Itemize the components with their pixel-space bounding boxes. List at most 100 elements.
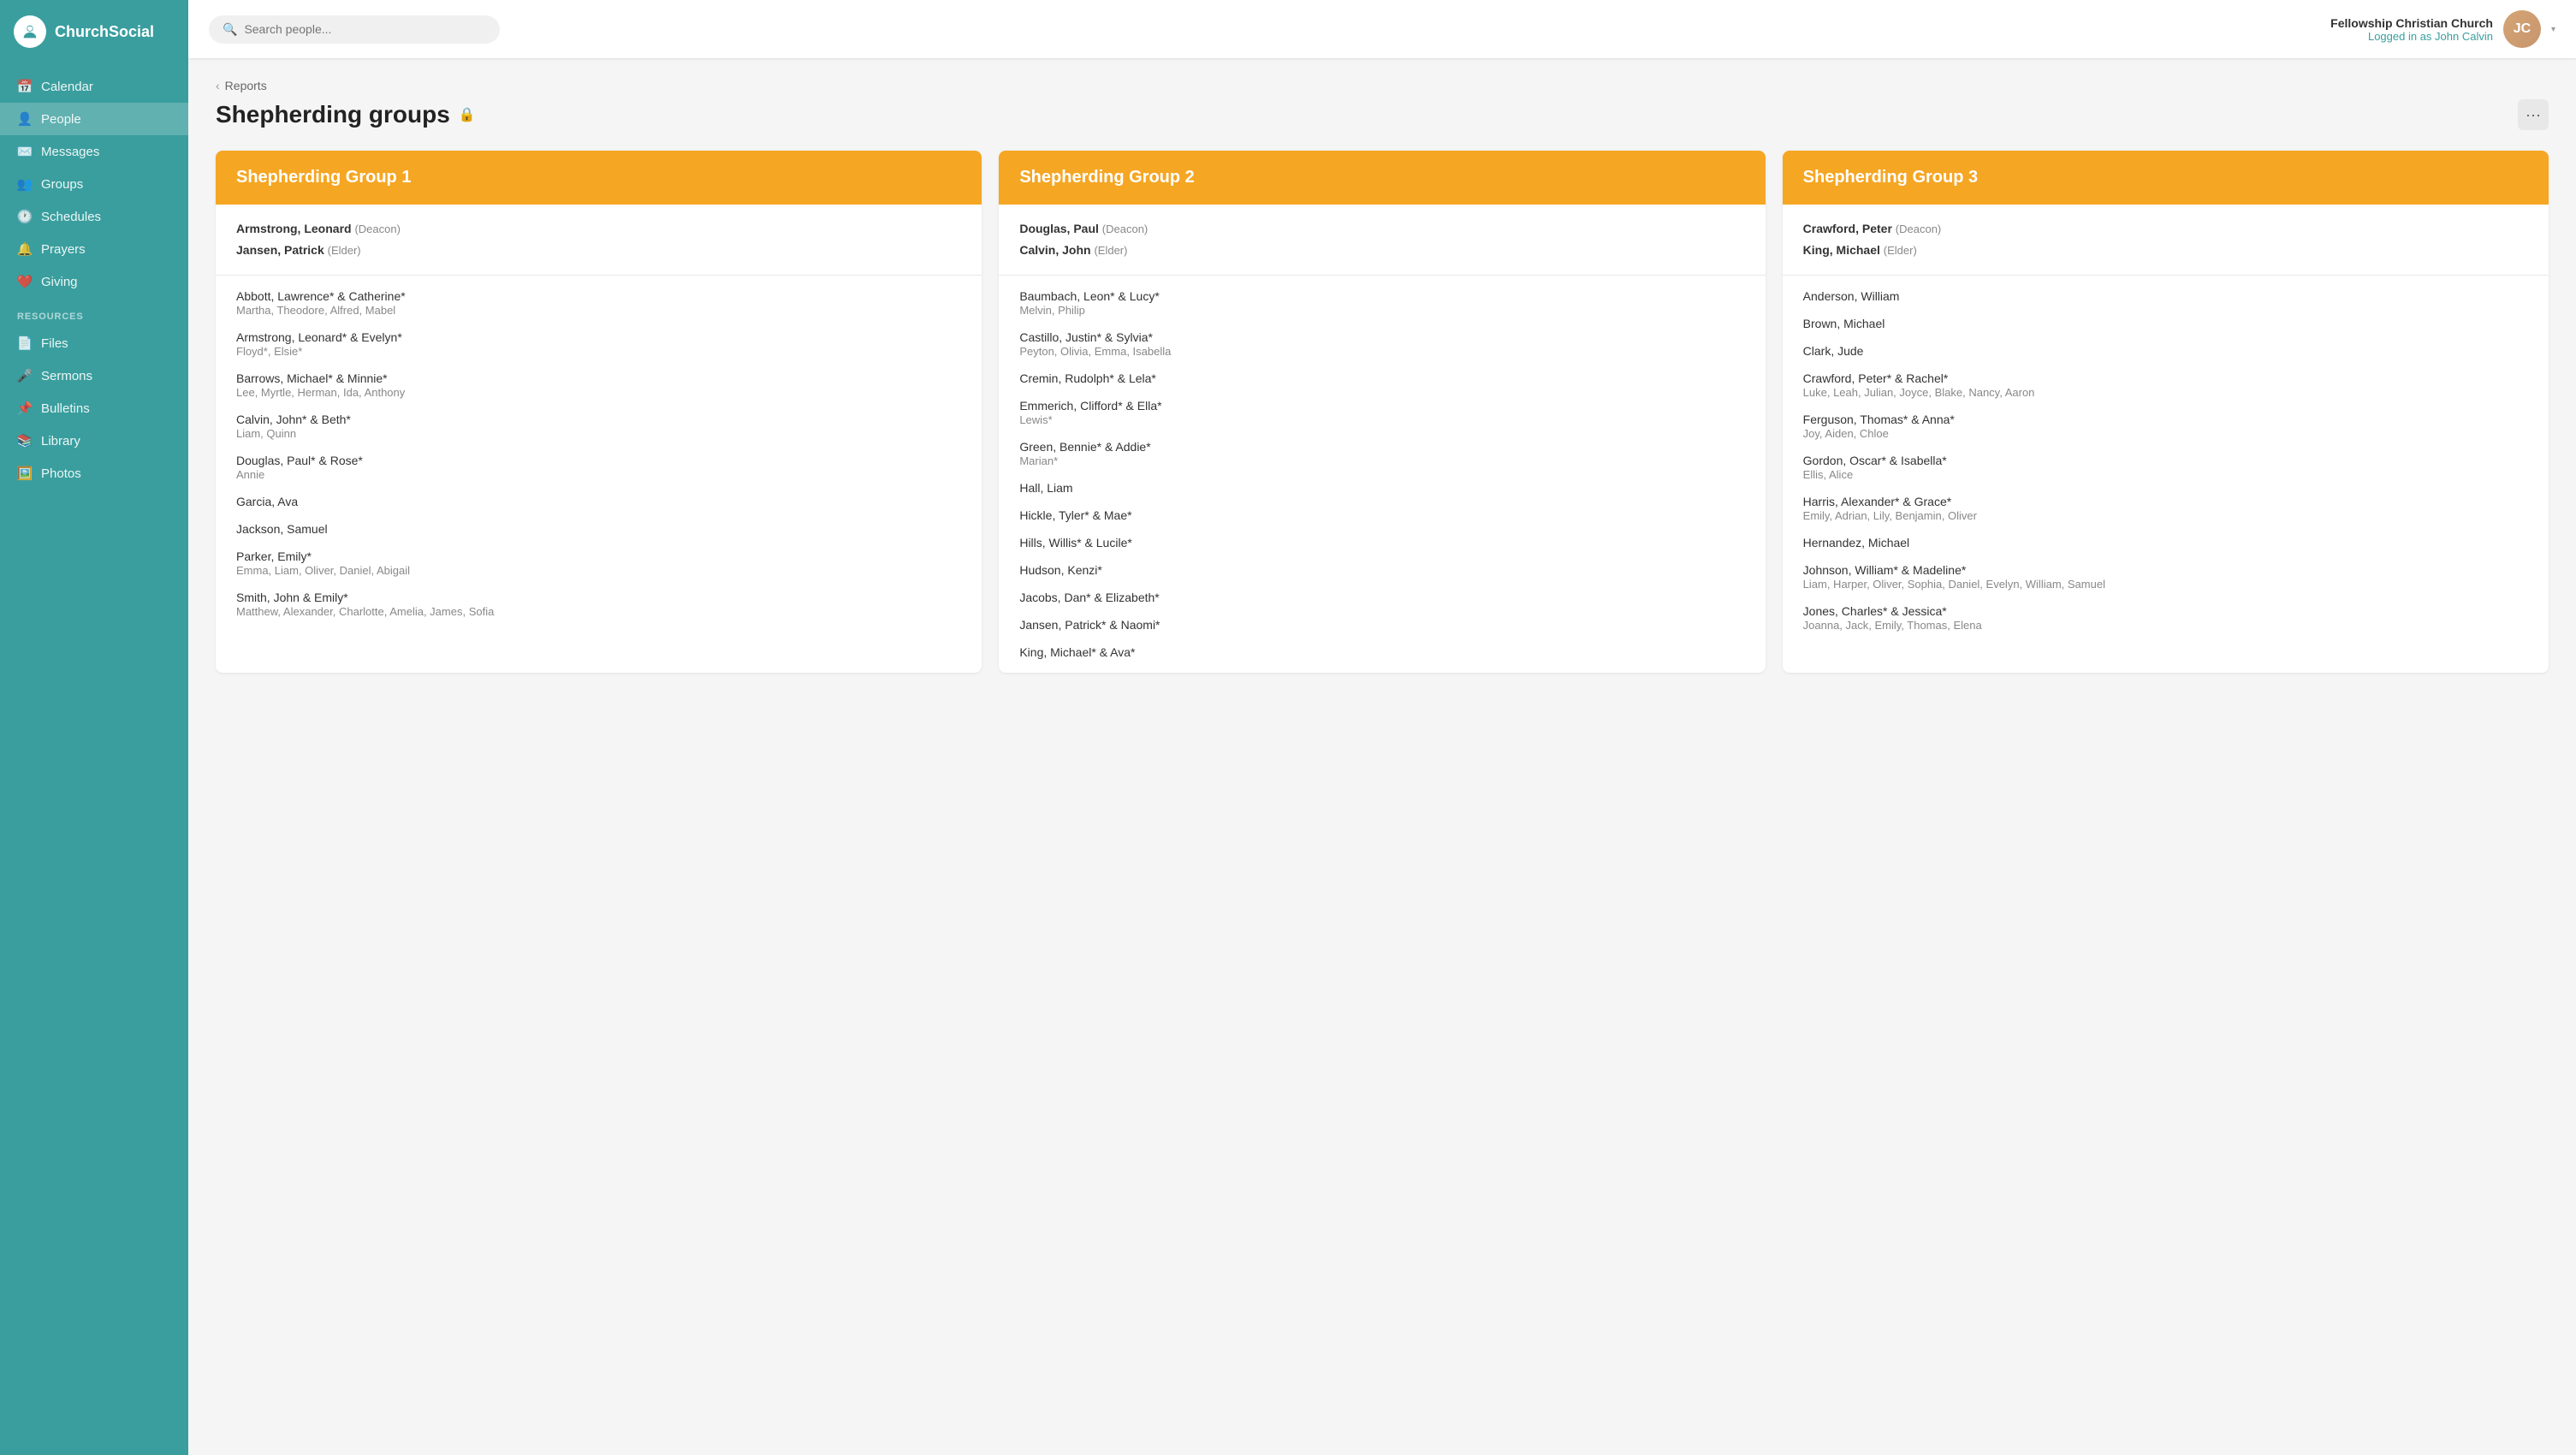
files-icon: 📄 (17, 336, 33, 351)
sidebar-logo: ChurchSocial (0, 0, 188, 63)
sidebar: ChurchSocial 📅 Calendar 👤 People ✉️ Mess… (0, 0, 188, 1455)
sidebar-item-bulletins-label: Bulletins (41, 401, 90, 416)
member-name: Cremin, Rudolph* & Lela* (1019, 371, 1744, 385)
member-family: Garcia, Ava (236, 495, 961, 508)
leader-item: Armstrong, Leonard (Deacon) (236, 218, 961, 240)
member-family: Barrows, Michael* & Minnie*Lee, Myrtle, … (236, 371, 961, 399)
search-icon: 🔍 (223, 22, 237, 37)
member-name: Jacobs, Dan* & Elizabeth* (1019, 591, 1744, 604)
sidebar-item-photos[interactable]: 🖼️ Photos (0, 457, 188, 490)
photos-icon: 🖼️ (17, 466, 33, 481)
sidebar-item-people-label: People (41, 112, 81, 127)
sidebar-item-people[interactable]: 👤 People (0, 103, 188, 135)
groups-icon: 👥 (17, 176, 33, 192)
breadcrumb-link[interactable]: Reports (225, 79, 267, 92)
sidebar-item-groups[interactable]: 👥 Groups (0, 168, 188, 200)
member-children: Matthew, Alexander, Charlotte, Amelia, J… (236, 605, 961, 618)
sidebar-item-messages-label: Messages (41, 145, 99, 159)
groups-grid: Shepherding Group 1 Armstrong, Leonard (D… (216, 151, 2549, 673)
member-name: Emmerich, Clifford* & Ella* (1019, 399, 1744, 413)
member-children: Lee, Myrtle, Herman, Ida, Anthony (236, 386, 961, 399)
member-name: Armstrong, Leonard* & Evelyn* (236, 330, 961, 344)
member-name: Ferguson, Thomas* & Anna* (1803, 413, 2528, 426)
member-family: Jones, Charles* & Jessica*Joanna, Jack, … (1803, 604, 2528, 632)
avatar[interactable]: JC (2503, 10, 2541, 48)
sidebar-item-prayers[interactable]: 🔔 Prayers (0, 233, 188, 265)
header: 🔍 Fellowship Christian Church Logged in … (188, 0, 2576, 58)
member-children: Lewis* (1019, 413, 1744, 426)
member-family: Hickle, Tyler* & Mae* (1019, 508, 1744, 522)
member-family: King, Michael* & Ava* (1019, 645, 1744, 659)
member-family: Cremin, Rudolph* & Lela* (1019, 371, 1744, 385)
member-family: Hall, Liam (1019, 481, 1744, 495)
library-icon: 📚 (17, 433, 33, 448)
sidebar-item-sermons[interactable]: 🎤 Sermons (0, 359, 188, 392)
sidebar-item-giving-label: Giving (41, 275, 78, 289)
calendar-icon: 📅 (17, 79, 33, 94)
group-title: Shepherding Group 3 (1803, 168, 2528, 187)
member-name: Hickle, Tyler* & Mae* (1019, 508, 1744, 522)
leader-role: (Elder) (1884, 244, 1917, 257)
leader-role: (Deacon) (1102, 223, 1148, 235)
member-name: Brown, Michael (1803, 317, 2528, 330)
sidebar-item-library[interactable]: 📚 Library (0, 425, 188, 457)
member-name: Parker, Emily* (236, 549, 961, 563)
member-children: Melvin, Philip (1019, 304, 1744, 317)
sidebar-item-prayers-label: Prayers (41, 242, 86, 257)
member-name: Clark, Jude (1803, 344, 2528, 358)
sidebar-item-calendar[interactable]: 📅 Calendar (0, 70, 188, 103)
member-family: Gordon, Oscar* & Isabella*Ellis, Alice (1803, 454, 2528, 481)
member-name: Crawford, Peter* & Rachel* (1803, 371, 2528, 385)
member-children: Joanna, Jack, Emily, Thomas, Elena (1803, 619, 2528, 632)
leader-role: (Deacon) (354, 223, 400, 235)
search-input[interactable] (244, 22, 486, 36)
logo-icon (14, 15, 46, 48)
group-title: Shepherding Group 1 (236, 168, 961, 187)
sidebar-item-calendar-label: Calendar (41, 80, 93, 94)
group-card-group1: Shepherding Group 1 Armstrong, Leonard (D… (216, 151, 982, 673)
member-name: King, Michael* & Ava* (1019, 645, 1744, 659)
church-info: Fellowship Christian Church Logged in as… (2330, 16, 2493, 43)
member-name: Douglas, Paul* & Rose* (236, 454, 961, 467)
user-dropdown-icon[interactable]: ▾ (2551, 25, 2555, 34)
member-name: Anderson, William (1803, 289, 2528, 303)
member-name: Hall, Liam (1019, 481, 1744, 495)
member-children: Emma, Liam, Oliver, Daniel, Abigail (236, 564, 961, 577)
member-family: Clark, Jude (1803, 344, 2528, 358)
sidebar-item-library-label: Library (41, 434, 80, 448)
breadcrumb: ‹ Reports (216, 79, 2549, 92)
member-name: Baumbach, Leon* & Lucy* (1019, 289, 1744, 303)
page-title: Shepherding groups (216, 101, 450, 128)
search-bar[interactable]: 🔍 (209, 15, 500, 44)
member-family: Green, Bennie* & Addie*Marian* (1019, 440, 1744, 467)
sidebar-item-files[interactable]: 📄 Files (0, 327, 188, 359)
sidebar-item-messages[interactable]: ✉️ Messages (0, 135, 188, 168)
member-name: Castillo, Justin* & Sylvia* (1019, 330, 1744, 344)
leader-item: King, Michael (Elder) (1803, 240, 2528, 261)
members-section: Baumbach, Leon* & Lucy*Melvin, Philip Cas… (999, 276, 1765, 673)
member-name: Hernandez, Michael (1803, 536, 2528, 549)
avatar-image: JC (2503, 10, 2541, 48)
member-children: Luke, Leah, Julian, Joyce, Blake, Nancy,… (1803, 386, 2528, 399)
member-family: Jansen, Patrick* & Naomi* (1019, 618, 1744, 632)
member-family: Parker, Emily*Emma, Liam, Oliver, Daniel… (236, 549, 961, 577)
member-name: Gordon, Oscar* & Isabella* (1803, 454, 2528, 467)
member-family: Armstrong, Leonard* & Evelyn*Floyd*, Els… (236, 330, 961, 358)
member-children: Annie (236, 468, 961, 481)
page-title-left: Shepherding groups 🔒 (216, 101, 476, 128)
member-family: Emmerich, Clifford* & Ella*Lewis* (1019, 399, 1744, 426)
leaders-section: Douglas, Paul (Deacon)Calvin, John (Elde… (999, 205, 1765, 276)
member-name: Hudson, Kenzi* (1019, 563, 1744, 577)
member-family: Abbott, Lawrence* & Catherine*Martha, Th… (236, 289, 961, 317)
sidebar-item-photos-label: Photos (41, 466, 81, 481)
more-options-button[interactable]: ··· (2518, 99, 2549, 130)
sidebar-item-giving[interactable]: ❤️ Giving (0, 265, 188, 298)
group-title: Shepherding Group 2 (1019, 168, 1744, 187)
sidebar-item-schedules[interactable]: 🕐 Schedules (0, 200, 188, 233)
member-family: Jackson, Samuel (236, 522, 961, 536)
member-family: Smith, John & Emily*Matthew, Alexander, … (236, 591, 961, 618)
member-name: Calvin, John* & Beth* (236, 413, 961, 426)
sidebar-item-bulletins[interactable]: 📌 Bulletins (0, 392, 188, 425)
group-card-group2: Shepherding Group 2 Douglas, Paul (Deacon… (999, 151, 1765, 673)
leaders-section: Crawford, Peter (Deacon)King, Michael (E… (1783, 205, 2549, 276)
